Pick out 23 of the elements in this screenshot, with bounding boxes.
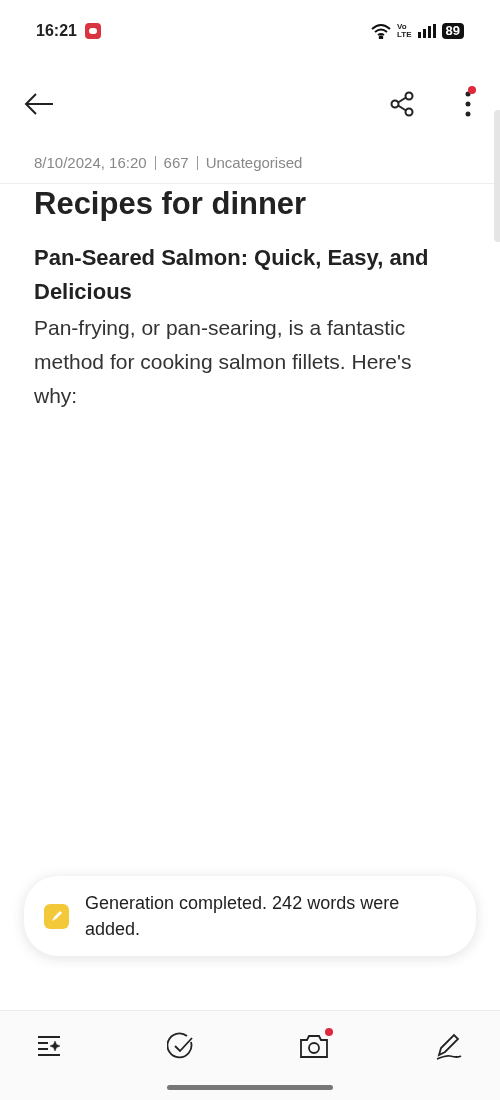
check-circle-icon <box>166 1032 195 1060</box>
ai-format-button[interactable] <box>36 1033 62 1059</box>
signal-icon <box>417 24 436 38</box>
checklist-button[interactable] <box>166 1032 195 1060</box>
share-icon <box>388 90 416 118</box>
back-arrow-icon <box>24 92 54 116</box>
more-icon <box>464 90 472 118</box>
recording-icon <box>84 23 101 39</box>
notes-app-icon <box>44 903 69 929</box>
note-title: Recipes for dinner <box>34 184 308 223</box>
camera-icon <box>299 1032 330 1060</box>
battery-indicator: 89 <box>441 23 464 39</box>
note-body: Pan-frying, or pan-searing, is a fantastic method for cooking salmon fillets. Here's why: <box>34 314 413 409</box>
clock-time: 16:21 <box>36 21 77 41</box>
note-meta: 667 <box>163 153 189 173</box>
share-button[interactable] <box>388 90 416 118</box>
note-heading: Pan-Seared Salmon: Quick, Easy, and Delicious <box>34 243 430 306</box>
wifi-icon <box>371 23 391 39</box>
text-sparkle-icon <box>36 1033 62 1059</box>
note-meta: Uncategorised <box>205 153 303 173</box>
volte-label: Vo LTE <box>397 23 412 39</box>
toast-message: Generation completed. 242 words were added. <box>85 892 401 941</box>
note-meta: 8/10/2024, 16:20 <box>34 153 147 173</box>
